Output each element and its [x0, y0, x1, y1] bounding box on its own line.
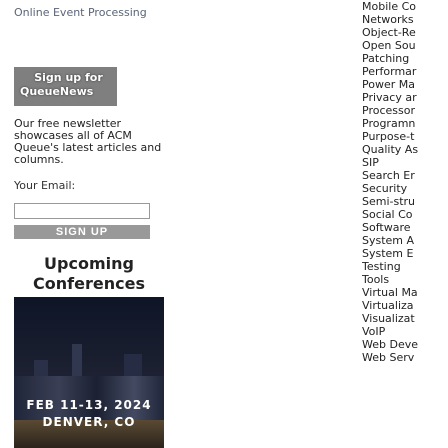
topic-link[interactable]: Networks	[362, 13, 448, 26]
topic-link[interactable]: Programn	[362, 117, 448, 130]
queuenews-signup-banner[interactable]: Sign up for QueueNews	[14, 67, 117, 106]
topic-link[interactable]: Semi-stru	[362, 195, 448, 208]
topic-link[interactable]: Tools	[362, 273, 448, 286]
conference-date: FEB 11-13, 2024	[26, 398, 152, 412]
signup-banner-line2: QueueNews	[20, 85, 94, 98]
topic-link[interactable]: Virtualiza	[362, 299, 448, 312]
email-input[interactable]	[14, 203, 150, 219]
topic-link[interactable]: Software	[362, 221, 448, 234]
topic-link[interactable]: Quality As	[362, 143, 448, 156]
topic-link[interactable]: Privacy ar	[362, 91, 448, 104]
upcoming-conferences-heading: Upcoming Conferences	[33, 254, 145, 293]
topic-link[interactable]: System A	[362, 234, 448, 247]
newsletter-description: Our free newsletter showcases all of ACM…	[14, 117, 162, 166]
topic-link[interactable]: Testing	[362, 260, 448, 273]
topic-link[interactable]: Search Er	[362, 169, 448, 182]
topics-list: Mobile Co Networks Object-Re Open Sou Patchi…	[362, 0, 448, 448]
topic-link[interactable]: Purpose-t	[362, 130, 448, 143]
topic-link[interactable]: Web Deve	[362, 338, 448, 351]
topic-link[interactable]: Power Ma	[362, 78, 448, 91]
email-label: Your Email:	[14, 179, 76, 192]
topic-link[interactable]: Virtual Ma	[362, 286, 448, 299]
signup-banner-line1: Sign up for	[34, 71, 103, 84]
topic-link[interactable]: System E	[362, 247, 448, 260]
topic-link[interactable]: Web Serv	[362, 351, 448, 364]
conference-banner-image[interactable]: FEB 11-13, 2024 DENVER, CO	[14, 297, 164, 448]
topic-link[interactable]: VoIP	[362, 325, 448, 338]
topic-link[interactable]: SIP	[362, 156, 448, 169]
topic-link[interactable]: Social Co	[362, 208, 448, 221]
online-event-processing-link[interactable]: Online Event Processing	[14, 6, 147, 19]
topic-link[interactable]: Object-Re	[362, 26, 448, 39]
topic-link[interactable]: Visualizat	[362, 312, 448, 325]
topic-link[interactable]: Security	[362, 182, 448, 195]
signup-button[interactable]: SIGN UP	[14, 225, 150, 239]
topic-link[interactable]: Open Sou	[362, 39, 448, 52]
topic-link[interactable]: Patching	[362, 52, 448, 65]
topic-link[interactable]: Performar	[362, 65, 448, 78]
topic-link[interactable]: Processor	[362, 104, 448, 117]
conference-location: DENVER, CO	[42, 415, 136, 429]
topic-link[interactable]: Mobile Co	[362, 0, 448, 13]
